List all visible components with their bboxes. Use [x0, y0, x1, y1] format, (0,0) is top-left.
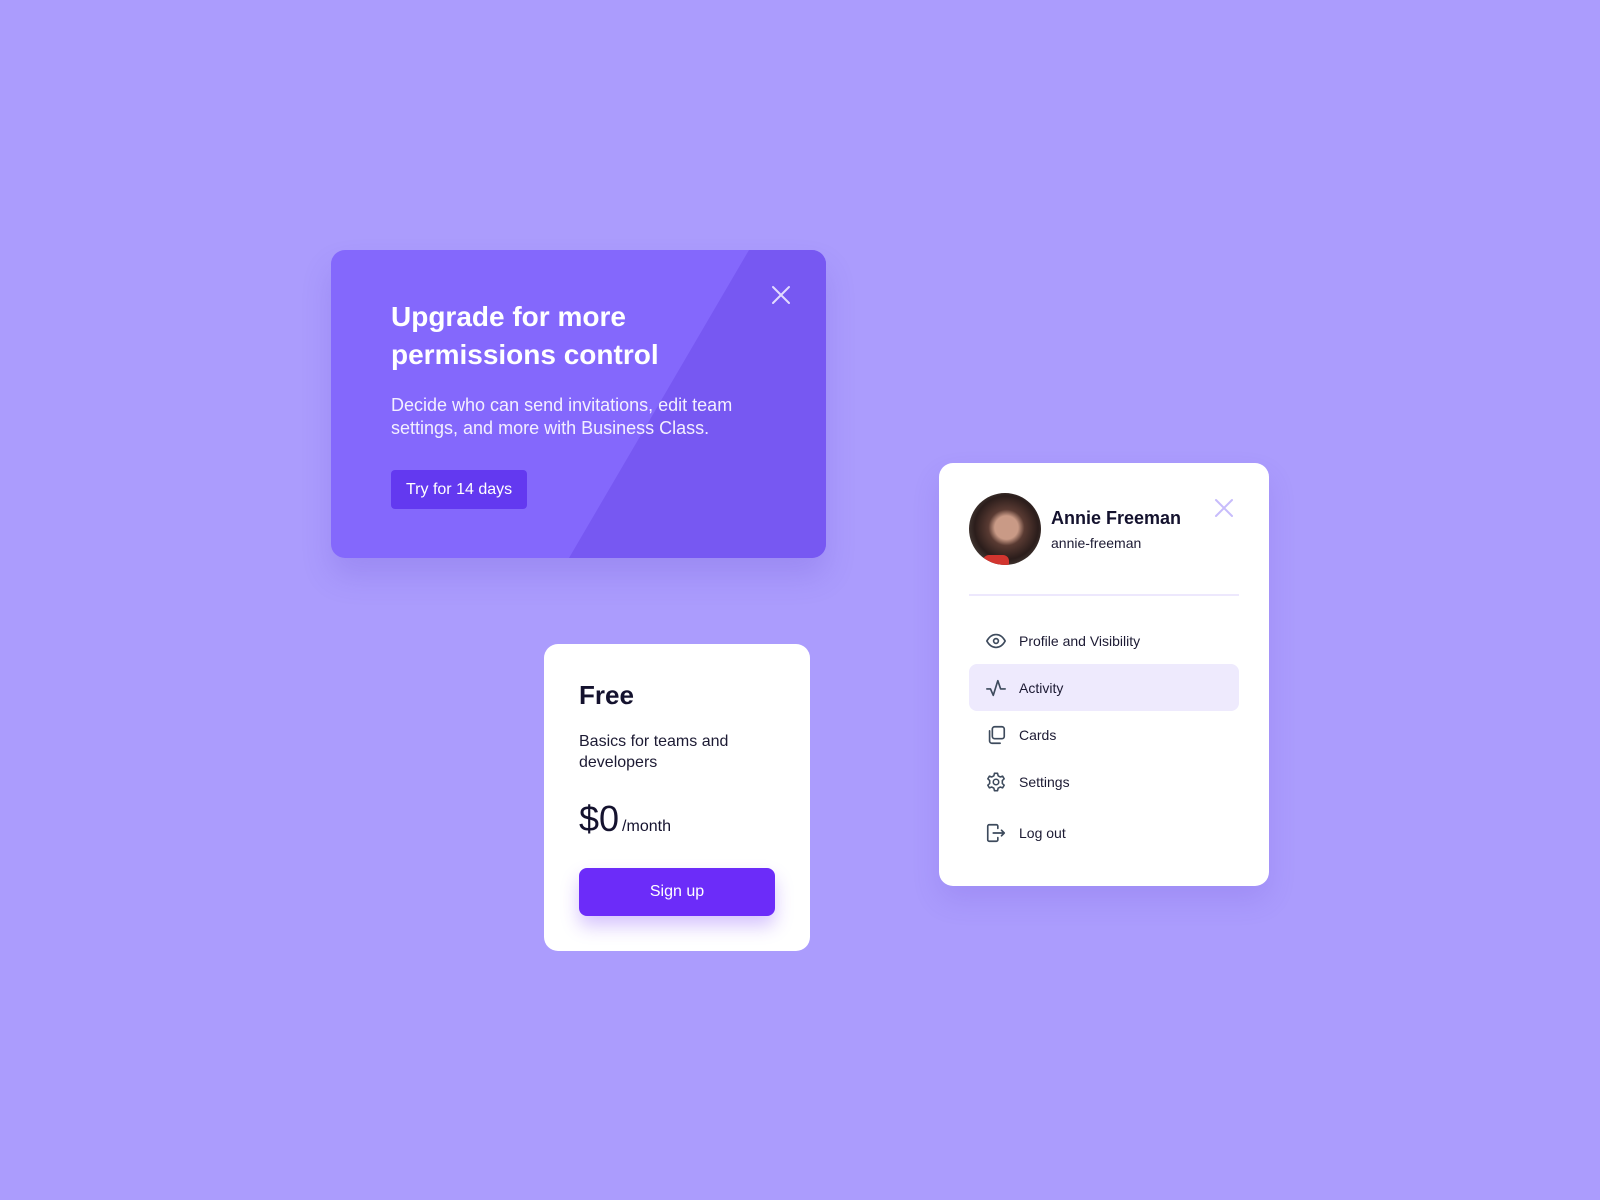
profile-close-button[interactable] — [1213, 497, 1235, 519]
menu-item-label: Activity — [1019, 679, 1064, 696]
gear-icon — [985, 771, 1007, 793]
cards-icon — [985, 724, 1007, 746]
logout-icon — [985, 822, 1007, 844]
plan-price: $0/month — [579, 798, 671, 840]
eye-icon — [985, 630, 1007, 652]
menu-item-cards[interactable]: Cards — [969, 711, 1239, 758]
plan-description: Basics for teams and developers — [579, 733, 729, 771]
close-icon — [772, 286, 790, 304]
plan-name: Free — [579, 680, 634, 710]
profile-handle: annie-freeman — [1051, 535, 1142, 551]
try-trial-button[interactable]: Try for 14 days — [391, 470, 528, 509]
close-icon — [1215, 499, 1233, 517]
menu-item-label: Settings — [1019, 773, 1070, 790]
menu-item-profile-visibility[interactable]: Profile and Visibility — [969, 617, 1239, 664]
banner-description: Decide who can send invitations, edit te… — [391, 395, 733, 438]
sign-up-button[interactable]: Sign up — [579, 868, 775, 916]
menu-item-log-out[interactable]: Log out — [969, 809, 1239, 856]
banner-close-button[interactable] — [768, 282, 794, 308]
menu-item-label: Cards — [1019, 726, 1057, 743]
price-amount: $0 — [579, 798, 620, 839]
menu-item-settings[interactable]: Settings — [969, 758, 1239, 805]
price-period: /month — [622, 818, 671, 835]
profile-divider — [969, 594, 1239, 596]
avatar — [969, 493, 1041, 565]
menu-item-label: Profile and Visibility — [1019, 632, 1141, 649]
profile-name: Annie Freeman — [1051, 508, 1182, 528]
menu-item-label: Log out — [1019, 824, 1066, 841]
banner-title: Upgrade for more permissions control — [391, 301, 659, 370]
menu-item-activity[interactable]: Activity — [969, 664, 1239, 711]
activity-icon — [985, 677, 1007, 699]
